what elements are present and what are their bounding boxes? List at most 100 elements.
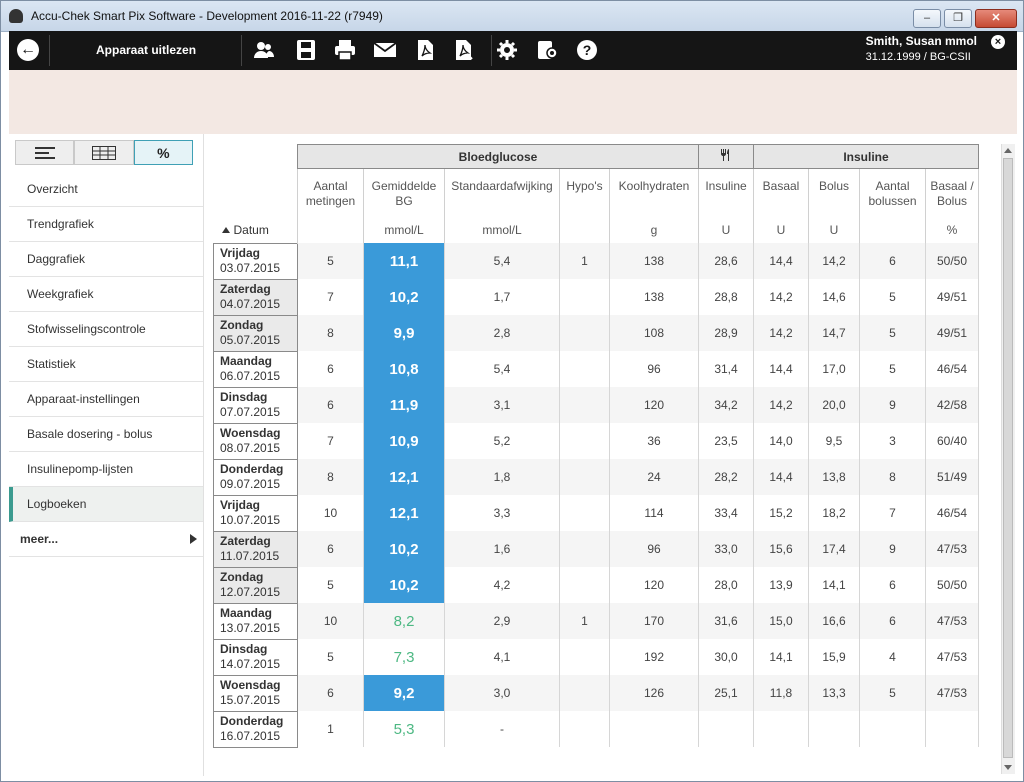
chevron-right-icon[interactable] [190, 534, 197, 544]
cell-sd: 4,2 [444, 567, 560, 603]
nav-item[interactable]: Stofwisselingscontrole [9, 312, 203, 347]
nav-item[interactable]: Apparaat-instellingen [9, 382, 203, 417]
cell-aantal-bolussen: 6 [859, 243, 926, 279]
day-name: Zondag [220, 570, 264, 584]
table-row[interactable]: Woensdag 15.07.2015 6 9,2 3,0 126 25,1 11,8 13,3… [213, 674, 979, 712]
date-cell: Vrijdag 10.07.2015 [213, 494, 298, 532]
cell-gem-bg: 11,1 [363, 243, 445, 279]
device-settings-icon[interactable] [535, 39, 559, 61]
cell-bolus: 14,7 [808, 315, 860, 351]
table-row[interactable]: Vrijdag 03.07.2015 5 11,1 5,4 1 138 28,6 14,4 14,… [213, 242, 979, 280]
cell-hypos [559, 351, 610, 387]
users-icon[interactable] [252, 39, 276, 61]
cell-basaal: 14,4 [753, 243, 809, 279]
table-view-icon[interactable] [74, 140, 134, 165]
table-row[interactable]: Zaterdag 11.07.2015 6 10,2 1,6 96 33,0 15,6 17,4… [213, 530, 979, 568]
percent-view-button[interactable]: % [133, 140, 193, 165]
table-row[interactable]: Woensdag 08.07.2015 7 10,9 5,2 36 23,5 14,0 9,5 3… [213, 422, 979, 460]
cell-aantal-bolussen: 9 [859, 531, 926, 567]
table-row[interactable]: Maandag 06.07.2015 6 10,8 5,4 96 31,4 14,4 17,0 5… [213, 350, 979, 388]
scroll-down-icon[interactable] [1004, 765, 1012, 770]
save-icon[interactable] [294, 39, 318, 61]
cell-bolus: 16,6 [808, 603, 860, 639]
datum-header[interactable]: Datum [214, 169, 298, 244]
day-name: Donderdag [220, 462, 284, 476]
date-cell: Dinsdag 07.07.2015 [213, 386, 298, 424]
nav-item[interactable]: Insulinepomp-lijsten [9, 452, 203, 487]
help-icon[interactable]: ? [575, 39, 599, 61]
cell-aantal-bolussen: 7 [859, 495, 926, 531]
nav-item[interactable]: Trendgrafiek [9, 207, 203, 242]
table-row[interactable]: Donderdag 09.07.2015 8 12,1 1,8 24 28,2 14,4 13,… [213, 458, 979, 496]
table-row[interactable]: Dinsdag 07.07.2015 6 11,9 3,1 120 34,2 14,2 20,0… [213, 386, 979, 424]
logbook-table: Bloedglucose Insuline Datum Aantal metin… [213, 144, 979, 748]
vertical-scrollbar[interactable] [1001, 144, 1015, 774]
cell-basaal: 11,8 [753, 675, 809, 711]
cell-aantal: 6 [297, 387, 364, 423]
table-row[interactable]: Dinsdag 14.07.2015 5 7,3 4,1 192 30,0 14,1 15,9 4… [213, 638, 979, 676]
date-value: 15.07.2015 [220, 693, 281, 707]
settings-icon[interactable] [495, 39, 519, 61]
date-value: 10.07.2015 [220, 513, 281, 527]
nav-item[interactable]: Statistiek [9, 347, 203, 382]
nav-item-label: meer... [20, 532, 59, 546]
date-cell: Zaterdag 11.07.2015 [213, 530, 298, 568]
nav-item[interactable]: Overzicht [9, 172, 203, 207]
main-toolbar: ← Apparaat uitlezen ? Smith, Susan mmol … [9, 31, 1017, 70]
table-row[interactable]: Donderdag 16.07.2015 1 5,3- [213, 710, 979, 748]
cell-basaal-bolus: 49/51 [925, 315, 979, 351]
table-row[interactable]: Vrijdag 10.07.2015 10 12,1 3,3 114 33,4 15,2 18,… [213, 494, 979, 532]
nav-item[interactable]: Daggrafiek [9, 242, 203, 277]
close-window-button[interactable]: ✕ [975, 9, 1017, 28]
cell-kh: 96 [609, 351, 699, 387]
scroll-thumb[interactable] [1003, 158, 1013, 758]
cell-bolus: 14,2 [808, 243, 860, 279]
table-row[interactable]: Zondag 05.07.2015 8 9,9 2,8 108 28,9 14,2 14,7 5 4… [213, 314, 979, 352]
cell-insuline: 28,2 [698, 459, 754, 495]
mail-icon[interactable] [373, 39, 397, 61]
col-bolus: Bolus U [808, 168, 860, 243]
cell-basaal-bolus: 50/50 [925, 243, 979, 279]
table-row[interactable]: Zaterdag 04.07.2015 7 10,2 1,7 138 28,8 14,2 14,… [213, 278, 979, 316]
cell-basaal: 14,1 [753, 639, 809, 675]
patient-name: Smith, Susan mmol [865, 34, 977, 48]
pdf-export-icon[interactable] [452, 39, 476, 61]
cell-aantal: 5 [297, 243, 364, 279]
cell-bolus: 14,6 [808, 279, 860, 315]
cell-basaal-bolus: 51/49 [925, 459, 979, 495]
svg-text:?: ? [583, 42, 592, 58]
cell-kh: 96 [609, 531, 699, 567]
cell-kh: 126 [609, 675, 699, 711]
date-cell: Donderdag 16.07.2015 [213, 710, 298, 748]
cell-aantal-bolussen [859, 711, 926, 747]
close-icon[interactable]: × [991, 35, 1005, 49]
left-navigation: % Overzicht Trendgrafiek Daggrafiek Weekgra… [9, 134, 204, 776]
date-cell: Woensdag 15.07.2015 [213, 674, 298, 712]
cell-aantal: 10 [297, 495, 364, 531]
list-view-icon[interactable] [15, 140, 75, 165]
restore-button[interactable]: ❐ [944, 9, 972, 28]
day-name: Woensdag [220, 678, 281, 692]
table-row[interactable]: Zondag 12.07.2015 5 10,2 4,2 120 28,0 13,9 14,1 6… [213, 566, 979, 604]
cell-aantal-bolussen: 6 [859, 603, 926, 639]
day-name: Donderdag [220, 714, 284, 728]
nav-item[interactable]: Logboeken [9, 487, 203, 522]
nav-item[interactable]: Basale dosering - bolus [9, 417, 203, 452]
date-value: 16.07.2015 [220, 729, 281, 743]
nav-item-label: Overzicht [27, 182, 78, 196]
print-icon[interactable] [333, 39, 357, 61]
pdf-icon[interactable] [413, 39, 437, 61]
day-name: Zondag [220, 318, 264, 332]
col-basaal: Basaal U [753, 168, 809, 243]
cell-hypos [559, 639, 610, 675]
app-logo-icon [9, 9, 23, 23]
cell-insuline: 30,0 [698, 639, 754, 675]
back-icon[interactable]: ← [17, 39, 39, 61]
day-name: Woensdag [220, 426, 281, 440]
nav-more[interactable]: meer... [9, 522, 203, 557]
nav-item[interactable]: Weekgrafiek [9, 277, 203, 312]
cell-basaal: 14,2 [753, 279, 809, 315]
minimize-button[interactable]: – [913, 9, 941, 28]
table-row[interactable]: Maandag 13.07.2015 10 8,2 2,9 1 170 31,6 15,0 16,… [213, 602, 979, 640]
scroll-up-icon[interactable] [1004, 148, 1012, 153]
